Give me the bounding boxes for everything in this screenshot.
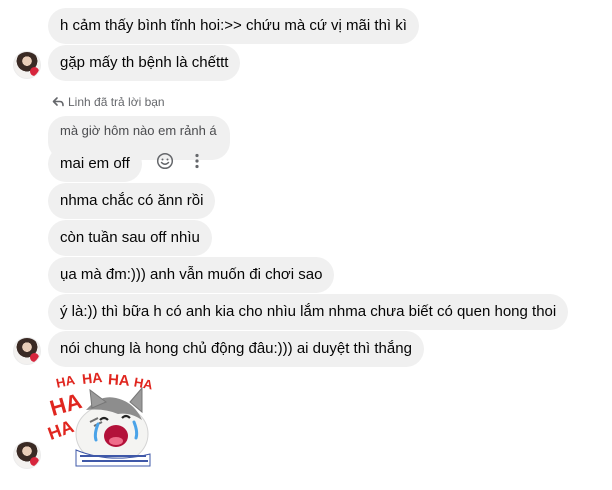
chat-thread: h cảm thấy bình tĩnh hoi:>> chứu mà cứ v… — [0, 0, 612, 490]
message-bubble[interactable]: mai em off — [48, 146, 142, 182]
sticker-laughing-cat[interactable]: HA HA HA HA HA HA — [45, 368, 154, 468]
message-text: nhma chắc có ănn rồi — [60, 192, 204, 209]
message-text: còn tuần sau off nhìu — [60, 229, 200, 246]
message-bubble[interactable]: còn tuần sau off nhìu — [48, 220, 212, 256]
message-text: ụa mà đm:))) anh vẫn muốn đi chơi sao — [60, 266, 323, 283]
avatar[interactable] — [13, 51, 41, 79]
sticker-ha-text: HA — [81, 368, 104, 388]
reply-indicator: Linh đã trả lời bạn — [52, 95, 165, 109]
reply-arrow-icon — [52, 97, 64, 107]
quoted-text: mà giờ hôm nào em rảnh á — [60, 123, 217, 138]
more-button[interactable] — [186, 150, 208, 172]
message-bubble[interactable]: nói chung là hong chủ động đâu:))) ai du… — [48, 331, 424, 367]
message-text: h cảm thấy bình tĩnh hoi:>> chứu mà cứ v… — [60, 17, 407, 34]
sticker-ha-text: HA — [132, 374, 154, 393]
message-bubble[interactable]: h cảm thấy bình tĩnh hoi:>> chứu mà cứ v… — [48, 8, 419, 44]
message-bubble[interactable]: gặp mấy th bệnh là chếttt — [48, 45, 241, 81]
avatar[interactable] — [13, 337, 41, 365]
avatar[interactable] — [13, 441, 41, 469]
message-text: nói chung là hong chủ động đâu:))) ai du… — [60, 340, 412, 357]
reply-label: Linh đã trả lời bạn — [68, 95, 165, 109]
sticker-ha-text: HA — [107, 371, 131, 390]
message-text: ý là:)) thì bữa h có anh kia cho nhìu lắ… — [60, 303, 557, 320]
message-bubble[interactable]: nhma chắc có ănn rồi — [48, 183, 216, 219]
smiley-icon — [156, 152, 174, 170]
react-button[interactable] — [154, 150, 176, 172]
message-bubble[interactable]: ụa mà đm:))) anh vẫn muốn đi chơi sao — [48, 257, 335, 293]
message-text: mai em off — [60, 155, 130, 172]
message-bubble[interactable]: ý là:)) thì bữa h có anh kia cho nhìu lắ… — [48, 294, 569, 330]
more-vertical-icon — [195, 153, 199, 169]
message-text: gặp mấy th bệnh là chếttt — [60, 54, 229, 71]
message-actions — [154, 150, 208, 172]
